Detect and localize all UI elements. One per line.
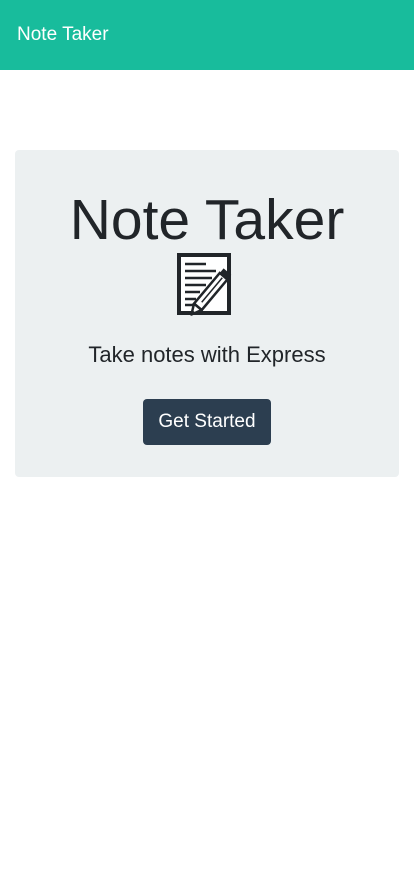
get-started-button[interactable]: Get Started [143,399,271,445]
hero-subtitle: Take notes with Express [88,342,326,367]
hero-card: Note Taker Take notes with Express Get S… [15,150,399,477]
navbar: Note Taker [0,0,414,70]
page-title: Note Taker [69,188,345,252]
navbar-brand-link[interactable]: Note Taker [17,24,109,46]
note-with-pencil-icon [177,253,232,316]
